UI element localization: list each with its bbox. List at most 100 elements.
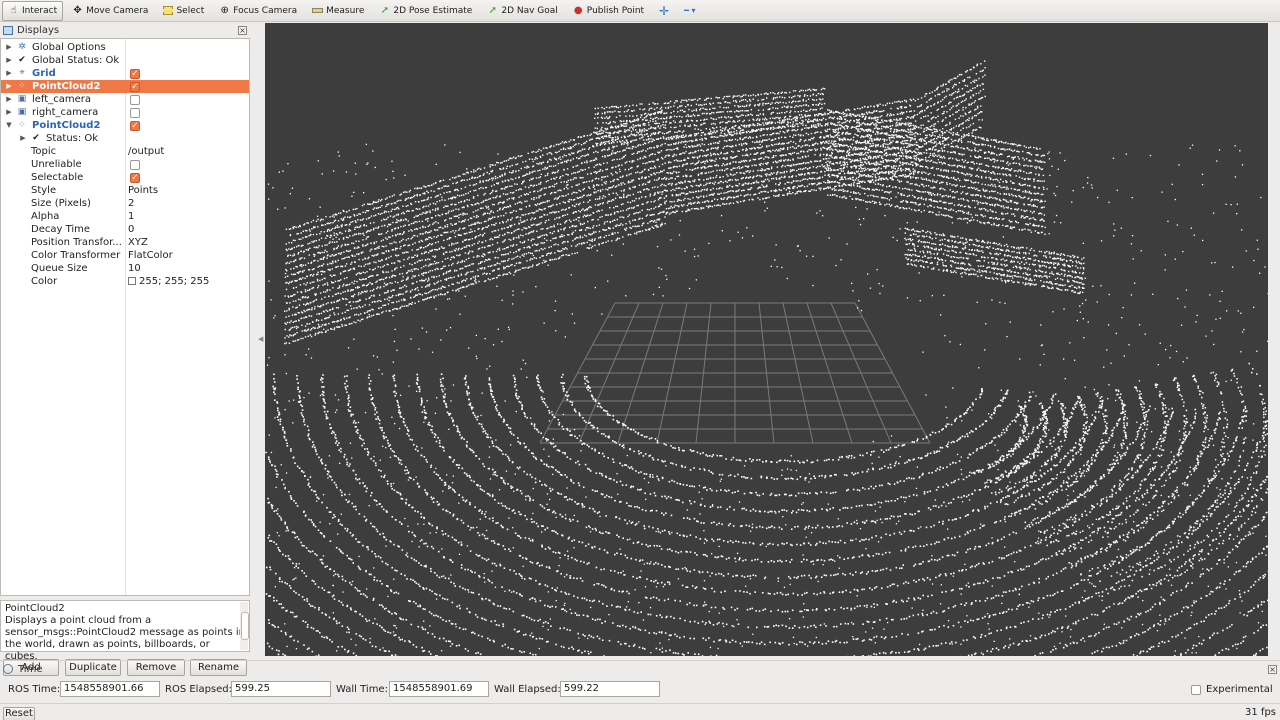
focus-camera-icon: ⊕ [220, 5, 229, 16]
measure-tool[interactable]: Measure [306, 1, 370, 21]
select-tool[interactable]: Select [157, 1, 210, 21]
camera-icon: ▣ [17, 94, 27, 104]
tree-item-global-status[interactable]: ▶ ✔ Global Status: Ok [1, 54, 249, 67]
expand-arrow-icon[interactable]: ▶ [5, 41, 13, 54]
color-value[interactable]: 255; 255; 255 [128, 275, 209, 288]
property-position-transformer[interactable]: Position Transfor... XYZ [1, 236, 249, 249]
interact-tool[interactable]: ☝ Interact [2, 0, 64, 21]
queue-size-value[interactable]: 10 [128, 262, 141, 275]
time-panel-header: Time × [0, 660, 1280, 677]
tree-item-pointcloud2-selected[interactable]: ▶ ⁘ PointCloud2 ✓ [1, 80, 249, 93]
property-selectable[interactable]: Selectable ✓ [1, 171, 249, 184]
property-topic[interactable]: Topic /output [1, 145, 249, 158]
time-panel-title: Time [18, 663, 43, 675]
pose-estimate-tool[interactable]: ➚ 2D Pose Estimate [373, 1, 478, 21]
description-line: Displays a point cloud from a [5, 615, 152, 626]
pointcloud2-b-enabled-checkbox[interactable]: ✓ [130, 121, 140, 131]
size-value[interactable]: 2 [128, 197, 134, 210]
ros-time-label: ROS Time: [8, 684, 61, 695]
position-transformer-value[interactable]: XYZ [128, 236, 148, 249]
splitter-arrow-icon: ◀ [258, 335, 264, 343]
property-style[interactable]: Style Points [1, 184, 249, 197]
property-color-transformer[interactable]: Color Transformer FlatColor [1, 249, 249, 262]
add-tool-button[interactable]: ✛ [653, 1, 675, 21]
alpha-value[interactable]: 1 [128, 210, 134, 223]
pointcloud2-enabled-checkbox[interactable]: ✓ [130, 82, 140, 92]
focus-camera-tool[interactable]: ⊕ Focus Camera [213, 1, 303, 21]
gear-icon: ✲ [18, 42, 26, 52]
select-icon [163, 6, 174, 15]
camera-icon: ▣ [17, 107, 27, 117]
expand-arrow-icon[interactable]: ▶ [5, 106, 13, 119]
checkmark-icon: ✔ [32, 133, 40, 143]
decay-time-value[interactable]: 0 [128, 223, 134, 236]
property-alpha[interactable]: Alpha 1 [1, 210, 249, 223]
expand-arrow-icon[interactable]: ▶ [5, 54, 13, 67]
property-decay-time[interactable]: Decay Time 0 [1, 223, 249, 236]
grid-enabled-checkbox[interactable]: ✓ [130, 69, 140, 79]
collapse-arrow-icon[interactable]: ▼ [5, 119, 13, 132]
style-value[interactable]: Points [128, 184, 158, 197]
render-3d-view[interactable] [265, 23, 1268, 656]
pointcloud-points [265, 60, 1268, 656]
ros-time-field[interactable]: 1548558901.66 [60, 681, 160, 697]
remove-tool-button[interactable]: ━ ▾ [678, 1, 701, 21]
left-camera-checkbox[interactable] [130, 95, 140, 105]
close-icon[interactable]: × [1268, 665, 1277, 674]
tree-item-status-ok[interactable]: ▶ ✔ Status: Ok [1, 132, 249, 145]
expand-arrow-icon[interactable]: ▶ [5, 93, 13, 106]
panel-splitter[interactable]: ◀ [250, 23, 264, 656]
description-scrollbar[interactable] [240, 602, 249, 650]
reset-button[interactable]: Reset [3, 707, 35, 720]
toolbar: ☝ Interact ✥ Move Camera Select ⊕ Focus Cam… [0, 0, 1280, 22]
topic-value[interactable]: /output [128, 145, 164, 158]
grid-icon: ⌖ [19, 68, 25, 78]
wall-time-label: Wall Time: [336, 684, 388, 695]
pointcloud-scene [265, 60, 1268, 656]
time-panel: ROS Time: 1548558901.66 ROS Elapsed: 599… [0, 680, 1280, 700]
tree-item-grid[interactable]: ▶ ⌖ Grid ✓ [1, 67, 249, 80]
fps-counter: 31 fps [1245, 707, 1276, 718]
ros-elapsed-field[interactable]: 599.25 [231, 681, 331, 697]
tree-item-global-options[interactable]: ▶ ✲ Global Options [1, 41, 249, 54]
close-icon[interactable]: × [238, 26, 247, 35]
ruler-icon [312, 8, 324, 13]
ros-elapsed-label: ROS Elapsed: [165, 684, 232, 695]
experimental-label: Experimental [1206, 684, 1273, 695]
color-swatch [128, 277, 136, 285]
wall-time-field[interactable]: 1548558901.69 [389, 681, 489, 697]
selectable-checkbox[interactable]: ✓ [130, 173, 140, 183]
nav-goal-tool[interactable]: ➚ 2D Nav Goal [481, 1, 563, 21]
description-title: PointCloud2 [5, 603, 65, 614]
property-unreliable[interactable]: Unreliable [1, 158, 249, 171]
tree-item-left-camera[interactable]: ▶ ▣ left_camera [1, 93, 249, 106]
experimental-checkbox[interactable] [1191, 685, 1201, 695]
right-camera-checkbox[interactable] [130, 108, 140, 118]
move-camera-tool[interactable]: ✥ Move Camera [66, 1, 154, 21]
move-camera-icon: ✥ [73, 5, 82, 16]
plus-icon: ✛ [659, 3, 670, 18]
tree-item-pointcloud2-expanded[interactable]: ▼ ⁘ PointCloud2 ✓ [1, 119, 249, 132]
property-size[interactable]: Size (Pixels) 2 [1, 197, 249, 210]
clock-icon [3, 664, 13, 674]
wall-elapsed-field[interactable]: 599.22 [560, 681, 660, 697]
pointcloud-icon: ⁘ [18, 81, 26, 91]
expand-arrow-icon[interactable]: ▶ [5, 80, 13, 93]
tree-item-right-camera[interactable]: ▶ ▣ right_camera [1, 106, 249, 119]
publish-point-tool[interactable]: ● Publish Point [567, 1, 650, 21]
green-arrow-icon: ➚ [380, 5, 390, 16]
expand-arrow-icon[interactable]: ▶ [5, 67, 13, 80]
monitor-icon [3, 26, 13, 35]
unreliable-checkbox[interactable] [130, 160, 140, 170]
color-transformer-value[interactable]: FlatColor [128, 249, 173, 262]
displays-tree: ▶ ✲ Global Options ▶ ✔ Global Status: Ok… [0, 38, 250, 596]
status-bar: Reset 31 fps [0, 703, 1280, 720]
right-dock-edge [1268, 23, 1280, 656]
displays-header: Displays [0, 23, 250, 38]
green-arrow-icon: ➚ [488, 5, 498, 16]
minus-dropdown-icon: ━ ▾ [684, 6, 696, 15]
pointcloud-icon: ⁘ [18, 120, 26, 130]
property-color[interactable]: Color 255; 255; 255 [1, 275, 249, 288]
expand-arrow-icon[interactable]: ▶ [19, 132, 27, 145]
property-queue-size[interactable]: Queue Size 10 [1, 262, 249, 275]
